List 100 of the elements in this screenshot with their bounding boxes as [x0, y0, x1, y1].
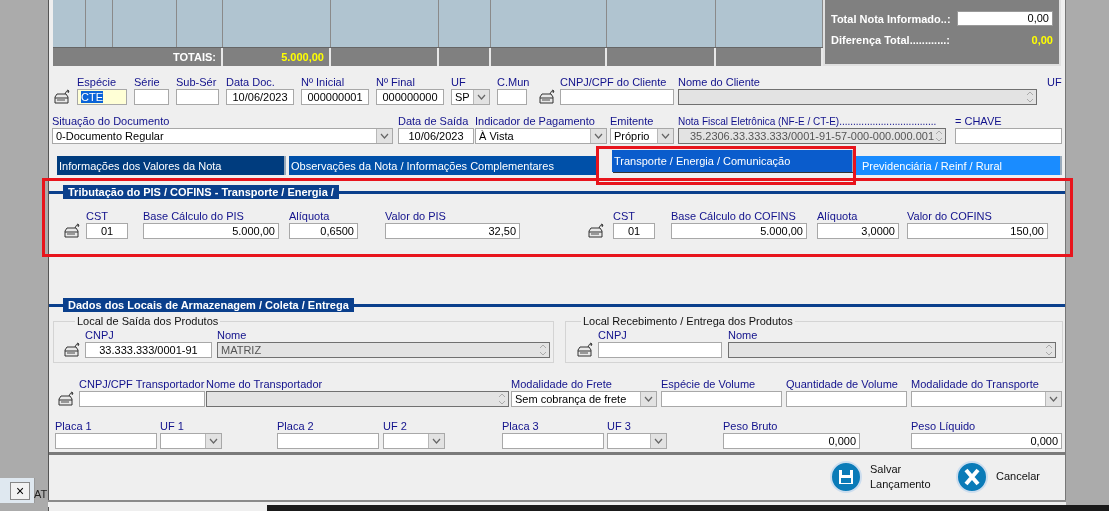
total-informed-field[interactable]: 0,00: [957, 11, 1053, 26]
field-label: Nome do Transportador: [206, 378, 323, 391]
text-field[interactable]: [786, 391, 907, 407]
text-field[interactable]: [502, 433, 604, 449]
text-field[interactable]: 32,50: [385, 223, 520, 239]
caret-icon: [376, 129, 392, 143]
readonly-field[interactable]: MATRIZ: [217, 342, 550, 358]
field-label: UF: [451, 76, 466, 89]
tray-arrow-icon[interactable]: [538, 89, 556, 105]
text-field[interactable]: [277, 433, 379, 449]
dropdown-field[interactable]: 0-Documento Regular: [52, 128, 393, 144]
readonly-field[interactable]: [206, 391, 509, 407]
field-label: Alíquota: [289, 210, 330, 223]
text-field[interactable]: 0,000: [911, 433, 1062, 449]
text-field[interactable]: [955, 128, 1062, 144]
field-label: Peso Líquido: [911, 420, 976, 433]
field-label: Modalidade do Transporte: [911, 378, 1039, 391]
tray-arrow-icon[interactable]: [63, 223, 81, 239]
group-title: Local de Saída dos Produtos: [75, 315, 221, 327]
field-label: Sub-Sér: [176, 76, 217, 89]
text-field[interactable]: [79, 391, 205, 407]
text-field[interactable]: 01: [613, 223, 655, 239]
field-label: Situação do Documento: [52, 115, 170, 128]
dropdown-field[interactable]: SP: [451, 89, 490, 105]
field-label: Indicador de Pagamento: [475, 115, 595, 128]
floppy-disk-icon: [830, 460, 862, 493]
text-field[interactable]: [661, 391, 782, 407]
text-field[interactable]: CTE: [77, 89, 127, 105]
spinner-icon: [1026, 91, 1034, 103]
dropdown-field[interactable]: [911, 391, 1062, 407]
text-field[interactable]: 33.333.333/0001-91: [85, 342, 212, 358]
field-label: CST: [613, 210, 635, 223]
spinner-icon: [935, 130, 943, 142]
text-field[interactable]: 5.000,00: [143, 223, 279, 239]
text-field[interactable]: 5.000,00: [671, 223, 807, 239]
field-label: CNPJ/CPF do Cliente: [560, 76, 667, 89]
total-value: 5.000,00: [281, 51, 324, 64]
text-field[interactable]: [598, 342, 722, 358]
field-label: Nome: [728, 329, 758, 342]
text-field[interactable]: 01: [86, 223, 128, 239]
text-field[interactable]: 000000000: [376, 89, 444, 105]
tab-label: AT: [34, 488, 48, 500]
caret-icon: [1045, 392, 1061, 406]
section-title: Dados dos Locais de Armazenagem / Coleta / Entrega: [63, 298, 354, 312]
tab[interactable]: Observações da Nota / Informações Complementares: [289, 156, 598, 175]
field-label: Emitente: [610, 115, 654, 128]
spinner-icon: [539, 344, 547, 356]
tab[interactable]: Transporte / Energia / Comunicação: [612, 150, 854, 172]
field-label: Data Doc.: [226, 76, 275, 89]
field-label: Nome: [217, 329, 247, 342]
field-label: Modalidade do Frete: [511, 378, 612, 391]
text-field[interactable]: 3,0000: [817, 223, 899, 239]
tab[interactable]: Informações dos Valores da Nota: [57, 156, 286, 175]
dropdown-field[interactable]: [383, 433, 445, 449]
text-field[interactable]: [55, 433, 157, 449]
text-field[interactable]: 0,000: [723, 433, 860, 449]
tray-arrow-icon[interactable]: [57, 391, 75, 407]
close-button[interactable]: ×: [10, 482, 30, 500]
field-label: Placa 1: [55, 420, 92, 433]
field-label: Placa 2: [277, 420, 314, 433]
field-label: C.Mun: [497, 76, 530, 89]
text-field[interactable]: 000000001: [301, 89, 369, 105]
caret-icon: [590, 129, 606, 143]
tray-arrow-icon[interactable]: [587, 223, 605, 239]
dropdown-field[interactable]: [607, 433, 667, 449]
text-field[interactable]: 10/06/2023: [398, 128, 474, 144]
readonly-field[interactable]: [728, 342, 1056, 358]
tray-arrow-icon[interactable]: [53, 89, 71, 105]
text-field[interactable]: 10/06/2023: [226, 89, 294, 105]
dropdown-field[interactable]: [160, 433, 222, 449]
dropdown-field[interactable]: Próprio: [610, 128, 674, 144]
text-field[interactable]: [497, 89, 527, 105]
text-field[interactable]: 0,6500: [289, 223, 358, 239]
close-icon: [956, 460, 988, 493]
field-label: = CHAVE: [955, 115, 1002, 128]
caret-icon: [650, 434, 666, 448]
field-label: Peso Bruto: [723, 420, 778, 433]
text-field[interactable]: [176, 89, 219, 105]
caret-icon: [657, 129, 673, 143]
spinner-icon: [498, 393, 506, 405]
readonly-field[interactable]: 35.2306.33.333.333/0001-91-57-000-000.000.001: [678, 128, 946, 144]
text-field[interactable]: 150,00: [907, 223, 1048, 239]
field-label: CST: [86, 210, 108, 223]
field-label: UF: [1047, 76, 1062, 89]
field-label: Data de Saída: [398, 115, 469, 128]
field-label: CNPJ: [598, 329, 627, 342]
field-label: Placa 3: [502, 420, 539, 433]
tray-arrow-icon[interactable]: [576, 342, 594, 358]
totals-label: TOTAIS:: [173, 51, 216, 64]
field-label: Série: [134, 76, 160, 89]
cancel-button[interactable]: Cancelar: [956, 460, 1041, 493]
section-title: Tributação do PIS / COFINS - Transporte / Energia /: [63, 185, 339, 199]
dropdown-field[interactable]: Sem cobrança de frete: [511, 391, 657, 407]
dropdown-field[interactable]: À Vista: [475, 128, 607, 144]
save-button[interactable]: Salvar Lançamento: [830, 460, 934, 493]
tray-arrow-icon[interactable]: [63, 342, 81, 358]
text-field[interactable]: [134, 89, 169, 105]
readonly-field[interactable]: [678, 89, 1037, 105]
text-field[interactable]: [560, 89, 674, 105]
caret-icon: [473, 90, 489, 104]
